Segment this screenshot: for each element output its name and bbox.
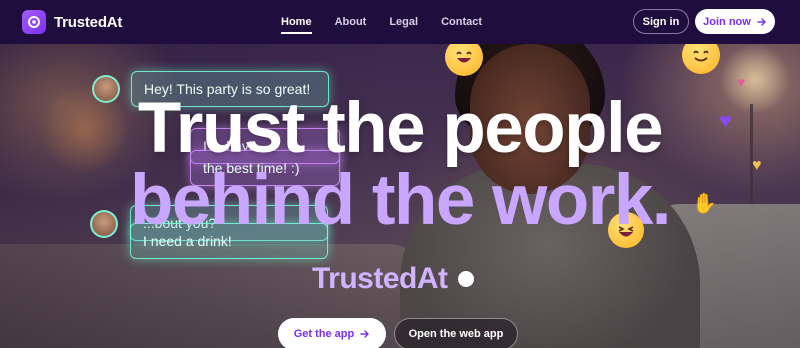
nav-link-about[interactable]: About <box>335 0 367 44</box>
brand-dot-icon <box>457 271 474 287</box>
join-now-button[interactable]: Join now <box>695 9 775 34</box>
brand-logo[interactable]: TrustedAt <box>22 10 122 34</box>
top-navbar: TrustedAt Home About Legal Contact Sign … <box>0 0 800 44</box>
hero-headline: Trust the people behind the work. <box>0 93 800 237</box>
nav-link-contact[interactable]: Contact <box>441 0 482 44</box>
open-web-app-label: Open the web app <box>408 328 504 340</box>
hero-section: Hey! This party is so great! I ... havi … <box>0 44 800 348</box>
open-web-app-button[interactable]: Open the web app <box>394 318 518 348</box>
arrow-right-icon <box>360 330 369 338</box>
get-the-app-button[interactable]: Get the app <box>278 318 386 348</box>
hero-brand-wordmark: TrustedAt <box>312 262 474 296</box>
sign-in-label: Sign in <box>642 15 680 28</box>
pink-heart-icon: ♥ <box>737 74 746 90</box>
headline-line-2: behind the work. <box>129 161 672 240</box>
sign-in-button[interactable]: Sign in <box>633 9 689 34</box>
nav-links: Home About Legal Contact <box>281 0 482 44</box>
nav-link-home[interactable]: Home <box>281 0 312 44</box>
hero-brand-text: TrustedAt <box>312 262 448 295</box>
logo-mark-icon <box>22 10 46 34</box>
nav-link-legal[interactable]: Legal <box>389 0 418 44</box>
join-now-label: Join now <box>703 15 751 28</box>
arrow-right-icon <box>757 17 766 26</box>
headline-line-1: Trust the people <box>137 89 664 168</box>
get-the-app-label: Get the app <box>293 328 355 340</box>
brand-name: TrustedAt <box>54 13 123 31</box>
